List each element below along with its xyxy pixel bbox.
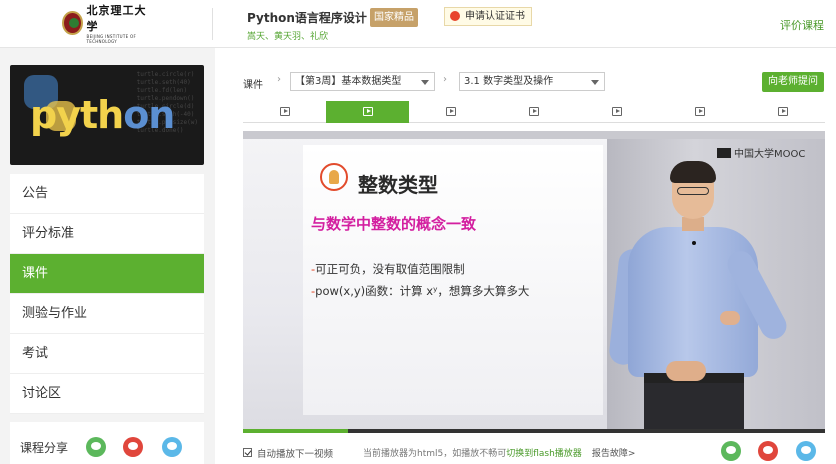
studio-ceiling [243,131,825,139]
main-content: 课件 › 【第3周】基本数据类型 › 3.1 数字类型及操作 向老师提问 中国大… [215,48,836,464]
menu-item-grading[interactable]: 评分标准 [10,214,204,254]
certificate-icon [450,11,460,21]
unit-tab-video-1[interactable] [243,101,326,123]
chevron-down-icon [591,80,599,85]
video-play-icon [529,107,539,116]
teacher-avatar-icon [320,163,348,191]
lesson-select[interactable]: 3.1 数字类型及操作 [459,72,605,91]
video-play-icon [280,107,290,116]
menu-item-quizzes[interactable]: 测验与作业 [10,294,204,334]
qq-share-icon[interactable] [162,437,182,457]
video-play-icon [612,107,622,116]
apply-certificate-label: 申请认证证书 [465,11,525,22]
player-info-text: 当前播放器为html5，如播放不畅可切换到flash播放器 报告故障> [363,449,636,459]
share-label: 课程分享 [20,441,69,455]
unit-tab-video-6[interactable] [658,101,741,123]
menu-item-announcement[interactable]: 公告 [10,174,204,214]
banner-wordmark: python [30,93,175,137]
mooc-watermark: 中国大学MOOC [717,145,805,160]
autoplay-checkbox[interactable] [243,448,252,457]
course-menu: 公告 评分标准 课件 测验与作业 考试 讨论区 [10,174,204,414]
unit-tab-video-7[interactable] [741,101,824,123]
national-quality-badge: 国家精品 [370,8,418,27]
header-divider [212,8,213,40]
course-teachers[interactable]: 嵩天、黄天羽、礼欣 [247,29,328,42]
slide-bullet: -pow(x,y)函数：计算 xʸ，想算多大算多大 [311,284,530,298]
week-select[interactable]: 【第3周】基本数据类型 [290,72,435,91]
autoplay-label[interactable]: 自动播放下一视频 [257,446,333,460]
chevron-down-icon [421,80,429,85]
university-logo[interactable]: 北京理工大学 BEIJING INSTITUTE OF TECHNOLOGY [62,4,154,44]
course-title: Python语言程序设计 [247,11,367,25]
player-bottom-bar: 自动播放下一视频 当前播放器为html5，如播放不畅可切换到flash播放器 报告… [243,438,825,464]
microphone-icon [692,241,696,245]
slide-title: 整数类型 [358,173,438,197]
breadcrumb-separator: › [443,74,447,85]
course-share-box: 课程分享 [10,422,204,464]
lesson-select-value: 3.1 数字类型及操作 [464,76,554,87]
wechat-share-icon[interactable] [86,437,106,457]
video-play-icon [778,107,788,116]
video-play-icon [446,107,456,116]
weibo-share-icon[interactable] [758,441,778,461]
apply-certificate-button[interactable]: 申请认证证书 [444,7,532,26]
menu-item-courseware[interactable]: 课件 [10,254,204,294]
unit-tab-video-5[interactable] [575,101,658,123]
video-play-icon [363,107,373,116]
presenter-figure [608,161,792,433]
video-play-icon [695,107,705,116]
course-banner-image: turtle.circle(r) turtle.seth(40) turtle.… [10,65,204,165]
unit-tabs [243,101,825,123]
logo-chinese-name: 北京理工大学 [86,4,147,33]
switch-flash-link[interactable]: 切换到flash播放器 [506,449,582,459]
top-header: 北京理工大学 BEIJING INSTITUTE OF TECHNOLOGY P… [0,0,836,48]
menu-item-exam[interactable]: 考试 [10,334,204,374]
unit-tab-video-3[interactable] [409,101,492,123]
university-seal-icon [62,11,83,35]
unit-tab-video-4[interactable] [492,101,575,123]
slide-bullet: -可正可负，没有取值范围限制 [311,262,465,276]
wechat-share-icon[interactable] [721,441,741,461]
studio-backwall [303,145,603,415]
video-progress-fill [243,429,348,433]
logo-english-name: BEIJING INSTITUTE OF TECHNOLOGY [86,34,137,44]
slide-subtitle: 与数学中整数的概念一致 [311,215,477,233]
video-player[interactable]: 中国大学MOOC 整数类型 与数学中整数的概念一致 -可正可负，没有取值范围限制… [243,131,825,433]
week-select-value: 【第3周】基本数据类型 [295,76,402,87]
mooc-logo-icon [717,148,731,158]
menu-item-forum[interactable]: 讨论区 [10,374,204,414]
qq-share-icon[interactable] [796,441,816,461]
weibo-share-icon[interactable] [123,437,143,457]
video-progress-bar[interactable] [243,429,825,433]
unit-tab-video-2[interactable] [326,101,409,123]
breadcrumb-label: 课件 [243,80,263,91]
report-issue-link[interactable]: 报告故障> [592,449,636,459]
breadcrumb-separator: › [277,74,281,85]
ask-teacher-button[interactable]: 向老师提问 [762,72,824,92]
rate-course-link[interactable]: 评价课程 [780,17,824,33]
